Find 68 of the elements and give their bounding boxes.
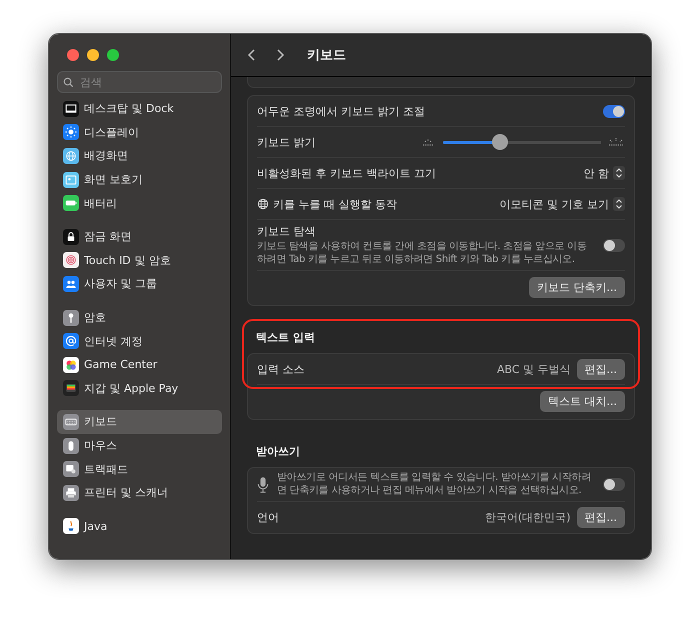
- sidebar-item[interactable]: 프린터 및 스캐너: [57, 480, 222, 504]
- push-button[interactable]: 텍스트 대치...: [540, 391, 625, 412]
- setting-label: 입력 소스: [257, 362, 304, 376]
- key-icon: [63, 310, 79, 326]
- setting-value: 한국어(대한민국): [484, 510, 570, 525]
- toggle-switch[interactable]: [603, 478, 625, 491]
- setting-label: 키보드 밝기: [257, 134, 316, 150]
- sidebar-item[interactable]: 키보드: [57, 410, 222, 434]
- people-icon: [63, 276, 79, 292]
- sidebar-item[interactable]: Java: [57, 514, 222, 538]
- sidebar-item[interactable]: 디스플레이: [57, 120, 222, 144]
- flower-icon: [63, 148, 79, 164]
- toggle-switch[interactable]: [603, 238, 625, 252]
- search-icon: [63, 77, 74, 88]
- bright-brightness-icon: [607, 137, 625, 147]
- setting-label: 키보드 탐색: [257, 224, 316, 239]
- bubbles-icon: [63, 356, 79, 373]
- sidebar-item[interactable]: 화면 보호기: [57, 168, 222, 192]
- sun-icon: [63, 124, 79, 140]
- sidebar-item[interactable]: 잠금 화면: [57, 224, 222, 249]
- window-title: 키보드: [307, 47, 346, 64]
- wallet-icon: [63, 380, 79, 396]
- search-field[interactable]: 검색: [57, 71, 222, 93]
- sidebar-item[interactable]: 데스크탑 및 Dock: [57, 97, 222, 121]
- sidebar-item[interactable]: 마우스: [57, 434, 222, 458]
- at-sign-icon: [63, 333, 79, 350]
- keyboard-icon: [63, 414, 79, 430]
- setting-label: 어두운 조명에서 키보드 밝기 조절: [257, 104, 425, 118]
- sidebar-item[interactable]: 사용자 및 그룹: [57, 272, 222, 296]
- description-text: 키보드 탐색을 사용하여 컨트롤 간에 초점을 이동합니다. 초점을 앞으로 이동하려면 Tab 키를 누르고 뒤로 이동하려면 Shift 키와 Tab 키를 누르십시오.: [257, 241, 588, 266]
- monitor-icon: [63, 100, 79, 117]
- sidebar-item[interactable]: 인터넷 계정: [57, 329, 222, 353]
- printer-icon: [63, 484, 79, 501]
- screen-icon: [63, 172, 79, 188]
- popup-button[interactable]: 이모티콘 및 기호 보기: [500, 196, 625, 212]
- toggle-switch[interactable]: [603, 104, 625, 118]
- sidebar-item[interactable]: Game Center: [57, 352, 222, 377]
- zoom-button[interactable]: [107, 49, 119, 61]
- sidebar-item[interactable]: 지갑 및 Apple Pay: [57, 376, 222, 400]
- push-button[interactable]: 편집...: [576, 358, 625, 380]
- setting-value: ABC 및 두벌식: [496, 362, 570, 376]
- description-text: 받아쓰기로 어디서든 텍스트를 입력할 수 있습니다. 받아쓰기를 시작하려면 단축키를 사용하거나 편집 메뉴에서 받아쓰기 시작을 선택하십시오.: [277, 472, 592, 497]
- push-button[interactable]: 키보드 단축키...: [529, 277, 625, 298]
- popup-button[interactable]: 안 함: [584, 166, 625, 180]
- battery-icon: [63, 195, 79, 212]
- sidebar-item[interactable]: 배경화면: [57, 144, 222, 168]
- sidebar-item[interactable]: Touch ID 및 암호: [57, 248, 222, 272]
- lock-icon: [63, 228, 79, 245]
- mouse-icon: [63, 438, 79, 454]
- stepper-icon: [613, 197, 625, 211]
- section-title: 받아쓰기: [255, 444, 301, 460]
- setting-label: 비활성화된 후 키보드 백라이트 끄기: [257, 166, 436, 180]
- setting-label: 키를 누를 때 실행할 동작: [273, 196, 397, 212]
- sidebar-item[interactable]: 배터리: [57, 191, 222, 215]
- fingerprint-icon: [63, 252, 79, 268]
- trackpad-icon: [63, 461, 79, 478]
- forward-button[interactable]: [275, 48, 285, 62]
- close-button[interactable]: [67, 49, 79, 61]
- slider-thumb[interactable]: [492, 134, 508, 150]
- setting-label: 언어: [257, 510, 279, 525]
- section-title: 텍스트 입력: [255, 330, 316, 346]
- back-button[interactable]: [247, 48, 257, 62]
- push-button[interactable]: 편집...: [576, 507, 625, 528]
- sidebar-item[interactable]: 암호: [57, 306, 222, 330]
- minimize-button[interactable]: [87, 49, 99, 61]
- sidebar-item[interactable]: 트랙패드: [57, 457, 222, 481]
- coffee-cup-icon: [63, 518, 79, 534]
- stepper-icon: [613, 166, 625, 180]
